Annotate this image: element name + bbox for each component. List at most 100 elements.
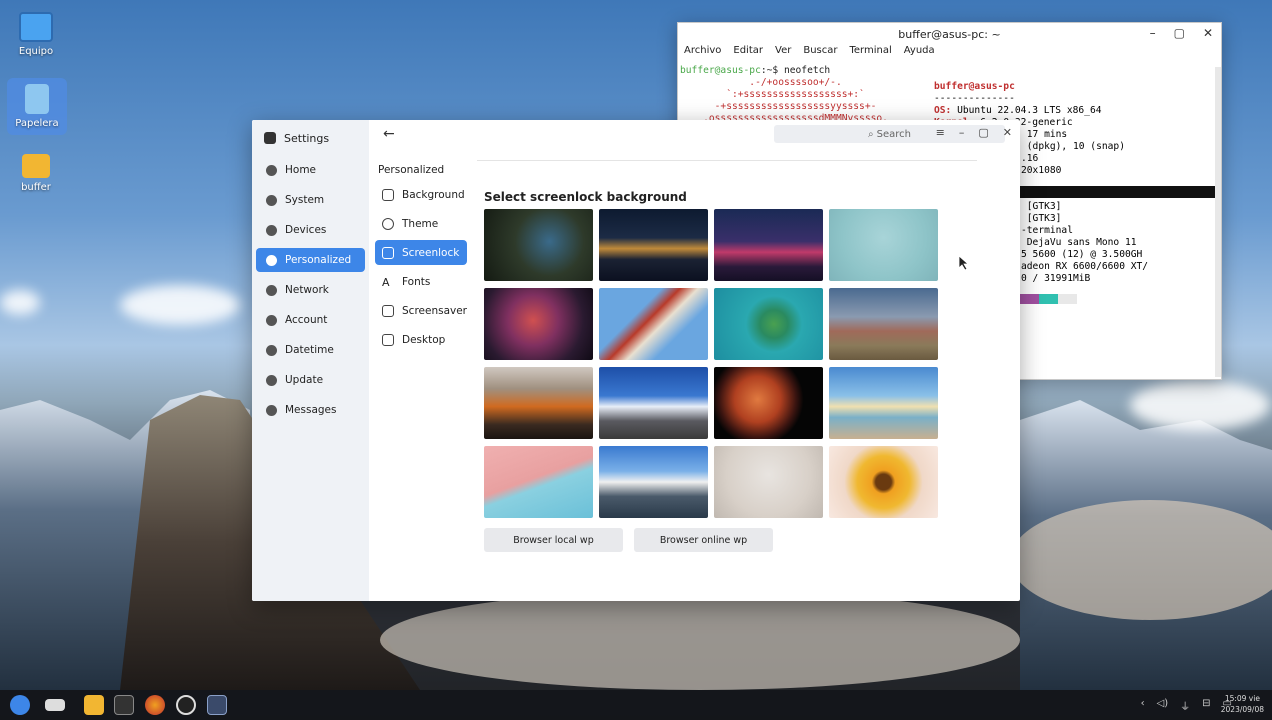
- update-icon: [266, 374, 277, 386]
- wallpaper-thumb-alpine-peak[interactable]: [599, 446, 708, 518]
- network-icon[interactable]: ⊟: [1202, 698, 1210, 713]
- home-icon: [266, 164, 277, 176]
- wallpaper-thumb-sunflower[interactable]: [829, 446, 938, 518]
- terminal-scrollbar[interactable]: [1215, 67, 1221, 377]
- desktop-icon-label: Papelera: [15, 118, 59, 129]
- wallpaper-thumb-snowy-peak[interactable]: [599, 367, 708, 439]
- menu-buscar[interactable]: Buscar: [803, 45, 837, 63]
- wallpaper-thumb-mars[interactable]: [714, 367, 823, 439]
- wallpaper-buttons: Browser local wp Browser online wp: [484, 528, 773, 552]
- nav-item-personalized[interactable]: Personalized: [256, 248, 365, 272]
- computer-icon: [19, 12, 53, 42]
- subnav-fonts[interactable]: A Fonts: [375, 269, 467, 294]
- info-value: -terminal: [1021, 225, 1073, 236]
- wallpaper-thumb-shanghai[interactable]: [714, 209, 823, 281]
- settings-window[interactable]: Settings Home System Devices Personalize…: [252, 120, 1020, 601]
- browse-local-button[interactable]: Browser local wp: [484, 528, 623, 552]
- nav-label: Devices: [285, 224, 327, 236]
- wallpaper-thumb-pink-sky[interactable]: [484, 446, 593, 518]
- taskbar: ‹ ◁) ⏚ ⊟ ▭ 15:09 vie 2023/09/08: [0, 690, 1272, 720]
- subnav-screensaver[interactable]: Screensaver: [375, 298, 467, 323]
- wallpaper-thumb-geometric-building[interactable]: [599, 288, 708, 360]
- font-icon: A: [382, 275, 390, 289]
- wallpaper-thumb-orange-mountains[interactable]: [484, 367, 593, 439]
- wallpaper-thumb-beach-sunrise[interactable]: [829, 367, 938, 439]
- desktop-icon-folder[interactable]: buffer: [6, 154, 66, 193]
- globe-icon: [266, 284, 277, 296]
- minimize-icon[interactable]: –: [959, 126, 965, 139]
- info-value: 0 / 31991MiB: [1021, 273, 1091, 284]
- menu-icon[interactable]: ≡: [936, 126, 945, 139]
- files-icon[interactable]: [84, 695, 104, 715]
- browse-online-button[interactable]: Browser online wp: [634, 528, 773, 552]
- color-swatch: [1058, 294, 1077, 304]
- clock-date: 2023/09/08: [1220, 705, 1264, 714]
- menu-editar[interactable]: Editar: [733, 45, 763, 63]
- nav-label: Account: [285, 314, 328, 326]
- terminal-icon[interactable]: [114, 695, 134, 715]
- chevron-left-icon[interactable]: ‹: [1141, 698, 1145, 713]
- settings-icon[interactable]: [207, 695, 227, 715]
- nav-item-devices[interactable]: Devices: [256, 218, 365, 242]
- wallpaper-thumb-flower-vase[interactable]: [714, 446, 823, 518]
- minimize-icon[interactable]: –: [1150, 26, 1156, 40]
- nav-item-messages[interactable]: Messages: [256, 398, 365, 422]
- launcher-icon[interactable]: [10, 695, 30, 715]
- menu-ayuda[interactable]: Ayuda: [904, 45, 935, 63]
- color-swatch: [1039, 294, 1058, 304]
- subnav-background[interactable]: Background: [375, 182, 467, 207]
- terminal-titlebar[interactable]: buffer@asus-pc: ~ – ▢ ✕: [678, 23, 1221, 45]
- wallpaper-thumb-abstract-fish[interactable]: [484, 288, 593, 360]
- back-arrow-icon[interactable]: ←: [369, 126, 477, 150]
- close-icon[interactable]: ✕: [1203, 26, 1213, 40]
- trash-icon: [25, 84, 49, 114]
- info-value: 5 5600 (12) @ 3.500GH: [1021, 249, 1143, 260]
- menu-terminal[interactable]: Terminal: [849, 45, 891, 63]
- ascii-art-line: -+ssssssssssssssssssyyssss+-: [680, 101, 877, 112]
- show-desktop-icon[interactable]: [45, 699, 65, 711]
- nav-item-network[interactable]: Network: [256, 278, 365, 302]
- close-icon[interactable]: ✕: [1003, 126, 1012, 139]
- desktop-icon-trash[interactable]: Papelera: [7, 78, 67, 135]
- usb-icon[interactable]: ⏚: [1180, 698, 1190, 713]
- clock-time: 15:09 vie: [1224, 694, 1260, 703]
- menu-archivo[interactable]: Archivo: [684, 45, 721, 63]
- wallpaper-thumb-kingfisher[interactable]: [484, 209, 593, 281]
- desktop-icon-computer[interactable]: Equipo: [6, 12, 66, 57]
- nav-label: Personalized: [285, 254, 352, 266]
- palette-icon: [266, 254, 277, 266]
- color-swatch: [1020, 294, 1039, 304]
- info-value: .16: [1021, 153, 1039, 164]
- wallpaper-thumb-flamingos[interactable]: [829, 209, 938, 281]
- nav-item-home[interactable]: Home: [256, 158, 365, 182]
- subnav-desktop[interactable]: Desktop: [375, 327, 467, 352]
- nav-item-datetime[interactable]: Datetime: [256, 338, 365, 362]
- subnav-screenlock[interactable]: Screenlock: [375, 240, 467, 265]
- obs-icon[interactable]: [176, 695, 196, 715]
- subnav-theme[interactable]: Theme: [375, 211, 467, 236]
- section-title: Personalized: [378, 164, 445, 176]
- volume-icon[interactable]: ◁): [1157, 698, 1169, 713]
- wallpaper-thumb-city-night[interactable]: [599, 209, 708, 281]
- divider: [477, 160, 977, 161]
- image-icon: [382, 188, 394, 201]
- nav-label: Datetime: [285, 344, 334, 356]
- terminal-title: buffer@asus-pc: ~: [898, 27, 1001, 41]
- prompt-user: buffer@asus-pc: [680, 65, 761, 76]
- info-value: 20x1080: [1021, 165, 1062, 176]
- nav-item-system[interactable]: System: [256, 188, 365, 212]
- nav-item-account[interactable]: Account: [256, 308, 365, 332]
- clock[interactable]: 15:09 vie 2023/09/08: [1221, 693, 1264, 715]
- nav-item-update[interactable]: Update: [256, 368, 365, 392]
- wallpaper-thumb-island[interactable]: [714, 288, 823, 360]
- menu-ver[interactable]: Ver: [775, 45, 791, 63]
- settings-app-title: Settings: [252, 126, 369, 150]
- nav-label: Home: [285, 164, 317, 176]
- search-placeholder: Search: [876, 128, 911, 140]
- wallpaper-thumb-mountain-range[interactable]: [829, 288, 938, 360]
- info-value: (dpkg), 10 (snap): [1021, 141, 1125, 152]
- firefox-icon[interactable]: [145, 695, 165, 715]
- maximize-icon[interactable]: ▢: [978, 126, 988, 139]
- info-value: DejaVu sans Mono 11: [1021, 237, 1137, 248]
- maximize-icon[interactable]: ▢: [1174, 26, 1185, 40]
